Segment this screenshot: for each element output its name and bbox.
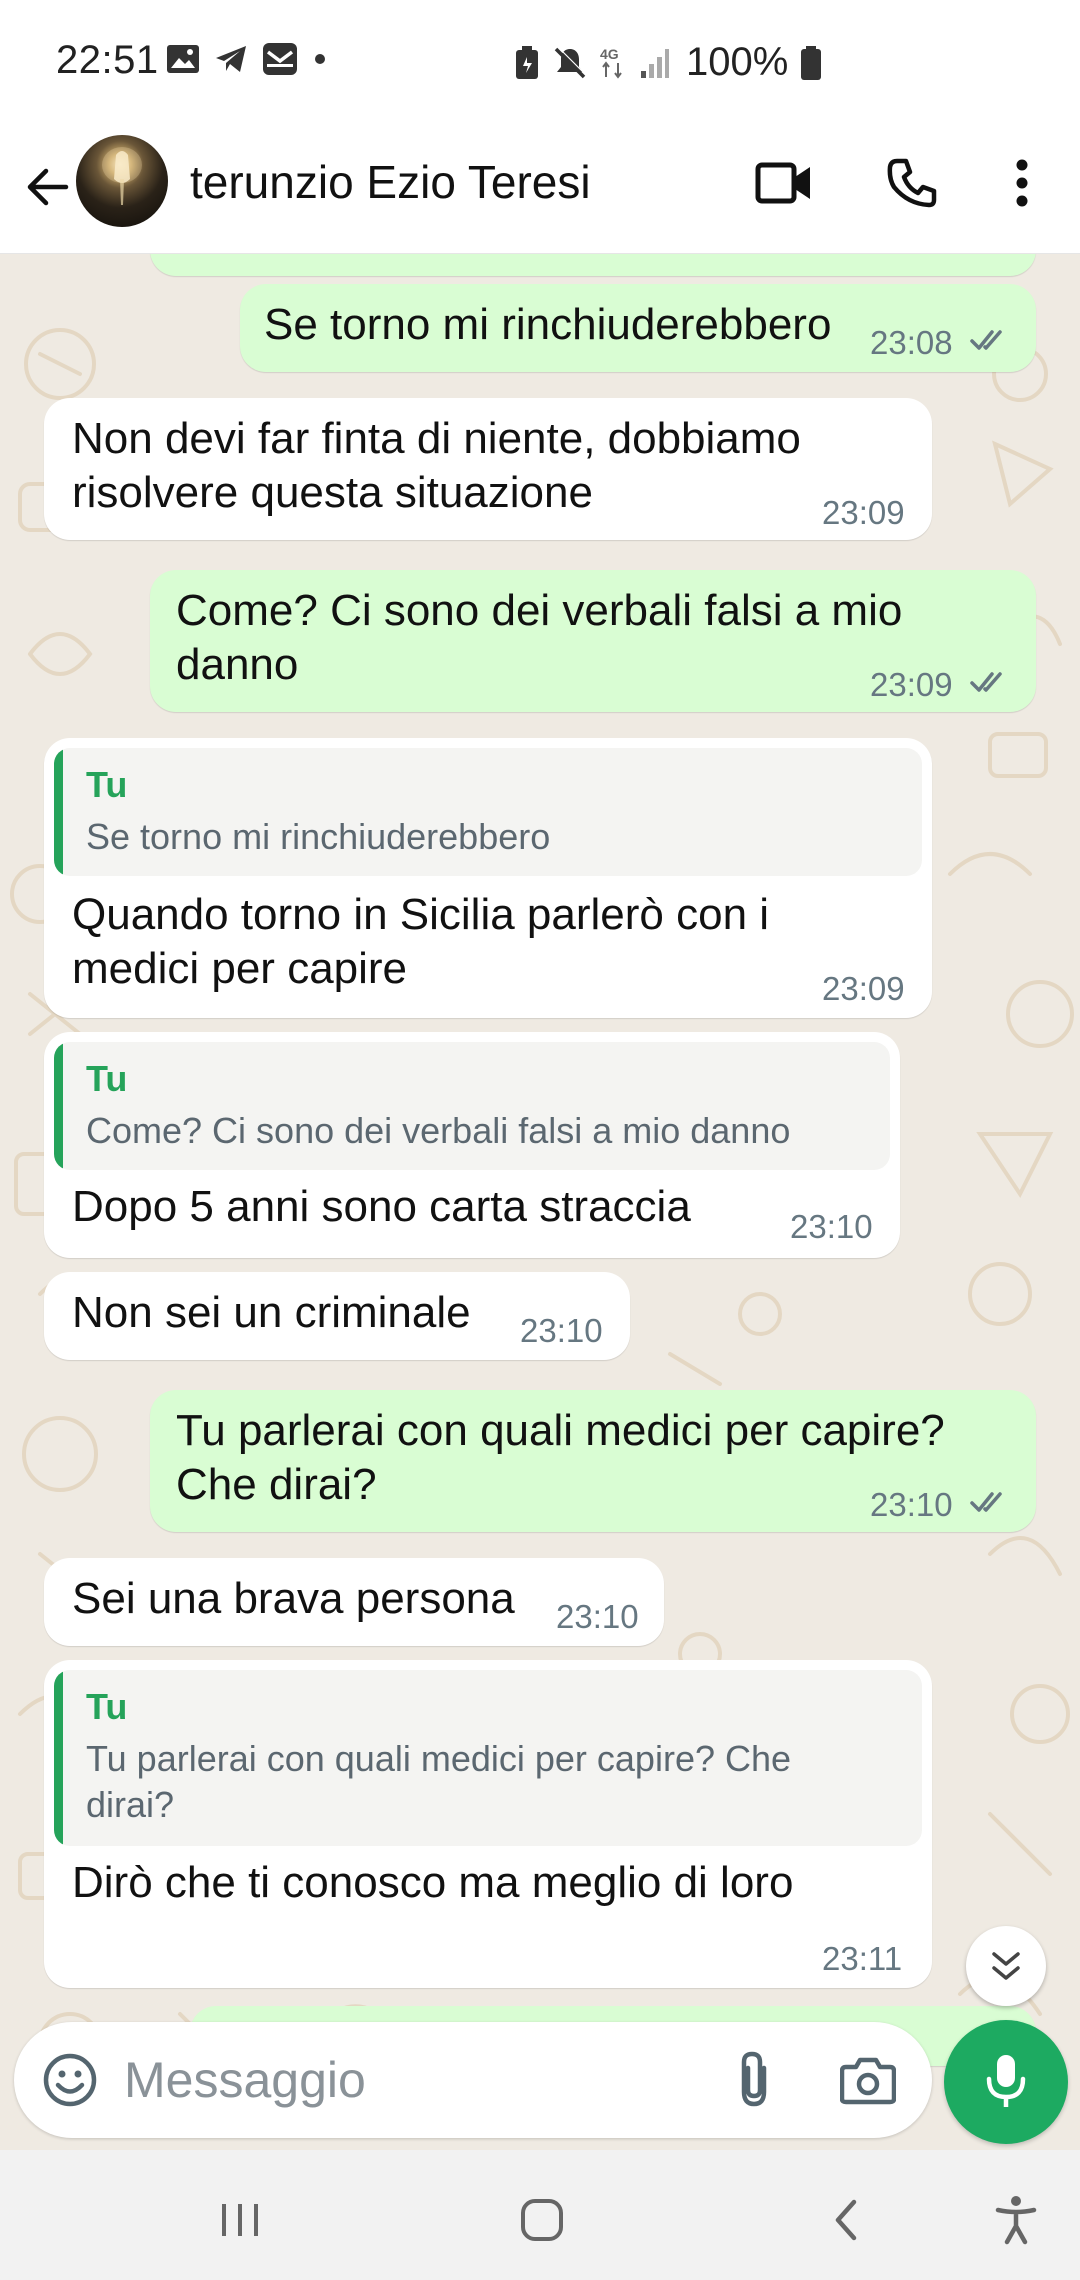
more-options-icon xyxy=(1016,159,1028,207)
video-call-icon xyxy=(755,162,810,204)
more-options-button[interactable] xyxy=(990,151,1054,215)
gallery-icon xyxy=(167,45,199,73)
message-time: 23:11 xyxy=(822,1940,903,1977)
message-text: Non devi far finta di niente, dobbiamo xyxy=(72,414,801,463)
status-bar: 22:51 4G 100% xyxy=(0,0,1080,125)
scroll-to-bottom-button[interactable] xyxy=(966,1926,1046,2006)
contact-avatar[interactable] xyxy=(76,135,168,227)
message-bubble-incoming-reply[interactable]: Tu Come? Ci sono dei verbali falsi a mio… xyxy=(44,1032,900,1258)
voice-call-icon xyxy=(887,158,937,208)
emoji-button[interactable] xyxy=(38,2048,102,2112)
contact-name[interactable]: terunzio Ezio Teresi xyxy=(190,155,591,209)
message-text: danno xyxy=(176,640,299,689)
message-text: Quando torno in Sicilia parlerò con i xyxy=(72,890,770,939)
chat-header: terunzio Ezio Teresi xyxy=(0,125,1080,254)
message-time: 23:10 xyxy=(790,1208,873,1245)
accessibility-icon xyxy=(995,2196,1037,2245)
read-receipt-icon xyxy=(970,330,1002,350)
message-time: 23:10 xyxy=(870,1486,953,1523)
quote-text: Tu parlerai con quali medici per capire?… xyxy=(86,1738,792,1779)
message-bubble-incoming[interactable]: Non devi far finta di niente, dobbiamo r… xyxy=(44,398,932,540)
quote-author: Tu xyxy=(86,1686,128,1727)
paperclip-icon xyxy=(741,2051,767,2107)
message-bubble-outgoing[interactable]: Tu parlerai con quali medici per capire?… xyxy=(150,1390,1036,1532)
quoted-message[interactable]: Tu Come? Ci sono dei verbali falsi a mio… xyxy=(54,1042,890,1170)
quoted-message[interactable]: Tu Se torno mi rinchiuderebbero xyxy=(54,748,922,876)
read-receipt-icon xyxy=(970,1492,1002,1512)
quote-author: Tu xyxy=(86,764,128,805)
message-text: Sei una brava persona xyxy=(72,1574,515,1623)
system-back-button[interactable] xyxy=(806,2180,886,2260)
attach-button[interactable] xyxy=(722,2048,786,2112)
quote-accent-bar xyxy=(54,1042,63,1170)
mail-icon xyxy=(263,43,297,75)
home-button[interactable] xyxy=(502,2180,582,2260)
voice-call-button[interactable] xyxy=(880,151,944,215)
quote-text: dirai? xyxy=(86,1784,175,1825)
quote-text: Se torno mi rinchiuderebbero xyxy=(86,816,551,857)
quote-text: Come? Ci sono dei verbali falsi a mio da… xyxy=(86,1110,791,1151)
message-time: 23:10 xyxy=(520,1312,603,1349)
telegram-icon xyxy=(216,46,246,72)
message-bubble-incoming[interactable]: Sei una brava persona 23:10 xyxy=(44,1558,664,1646)
camera-button[interactable] xyxy=(836,2048,900,2112)
voice-record-button[interactable] xyxy=(944,2020,1068,2144)
quote-accent-bar xyxy=(54,1670,63,1846)
camera-icon xyxy=(840,2057,896,2105)
emoji-icon xyxy=(43,2053,97,2107)
message-composer xyxy=(14,2022,932,2138)
quote-accent-bar xyxy=(54,748,63,876)
read-receipt-icon xyxy=(970,672,1002,692)
video-call-button[interactable] xyxy=(752,151,816,215)
message-time: 23:10 xyxy=(556,1598,639,1635)
microphone-icon xyxy=(986,2055,1026,2107)
message-text: Dirò che ti conosco ma meglio di loro xyxy=(72,1858,794,1907)
message-bubble-incoming-reply[interactable]: Tu Tu parlerai con quali medici per capi… xyxy=(44,1660,932,1988)
message-text: Non sei un criminale xyxy=(72,1288,471,1337)
message-list[interactable]: Se torno mi rinchiuderebbero 23:08 Non d… xyxy=(0,254,1080,2150)
signal-icon xyxy=(641,48,669,78)
battery-percent: 100% xyxy=(686,40,789,84)
message-bubble-outgoing[interactable]: Se torno mi rinchiuderebbero 23:08 xyxy=(240,284,1036,372)
message-text: risolvere questa situazione xyxy=(72,468,593,517)
message-time: 23:08 xyxy=(870,324,953,361)
message-text: Come? Ci sono dei verbali falsi a mio xyxy=(176,586,903,635)
message-bubble-incoming-reply[interactable]: Tu Se torno mi rinchiuderebbero Quando t… xyxy=(44,738,932,1018)
double-chevron-down-icon xyxy=(992,1952,1020,1980)
message-time: 23:09 xyxy=(870,666,953,703)
avatar-image xyxy=(102,147,142,205)
message-text: Tu parlerai con quali medici per capire? xyxy=(176,1406,945,1455)
message-time: 23:09 xyxy=(822,494,905,531)
quoted-message[interactable]: Tu Tu parlerai con quali medici per capi… xyxy=(54,1670,922,1846)
arrow-left-icon xyxy=(27,168,69,206)
message-text: medici per capire xyxy=(72,944,408,993)
battery-icon xyxy=(801,45,822,80)
recent-apps-icon xyxy=(222,2204,258,2236)
back-button[interactable] xyxy=(16,155,80,219)
system-navigation-bar xyxy=(0,2150,1080,2280)
mute-icon xyxy=(554,46,587,78)
message-input[interactable] xyxy=(124,2044,704,2116)
accessibility-button[interactable] xyxy=(976,2180,1056,2260)
quote-author: Tu xyxy=(86,1058,128,1099)
message-time: 23:09 xyxy=(822,970,905,1007)
battery-saver-icon xyxy=(516,45,538,79)
home-icon xyxy=(521,2199,563,2241)
dot-icon xyxy=(315,54,325,64)
recent-apps-button[interactable] xyxy=(200,2180,280,2260)
message-text: Che dirai? xyxy=(176,1460,377,1509)
message-bubble-incoming[interactable]: Non sei un criminale 23:10 xyxy=(44,1272,630,1360)
message-bubble-partial[interactable] xyxy=(150,254,1036,276)
message-bubble-outgoing[interactable]: Come? Ci sono dei verbali falsi a mio da… xyxy=(150,570,1036,712)
message-text: Se torno mi rinchiuderebbero xyxy=(264,300,832,349)
message-text: Dopo 5 anni sono carta straccia xyxy=(72,1182,691,1231)
status-time: 22:51 xyxy=(56,38,159,82)
4g-icon: 4G xyxy=(600,46,622,79)
chevron-left-icon xyxy=(835,2199,857,2241)
svg-text:4G: 4G xyxy=(600,46,619,62)
